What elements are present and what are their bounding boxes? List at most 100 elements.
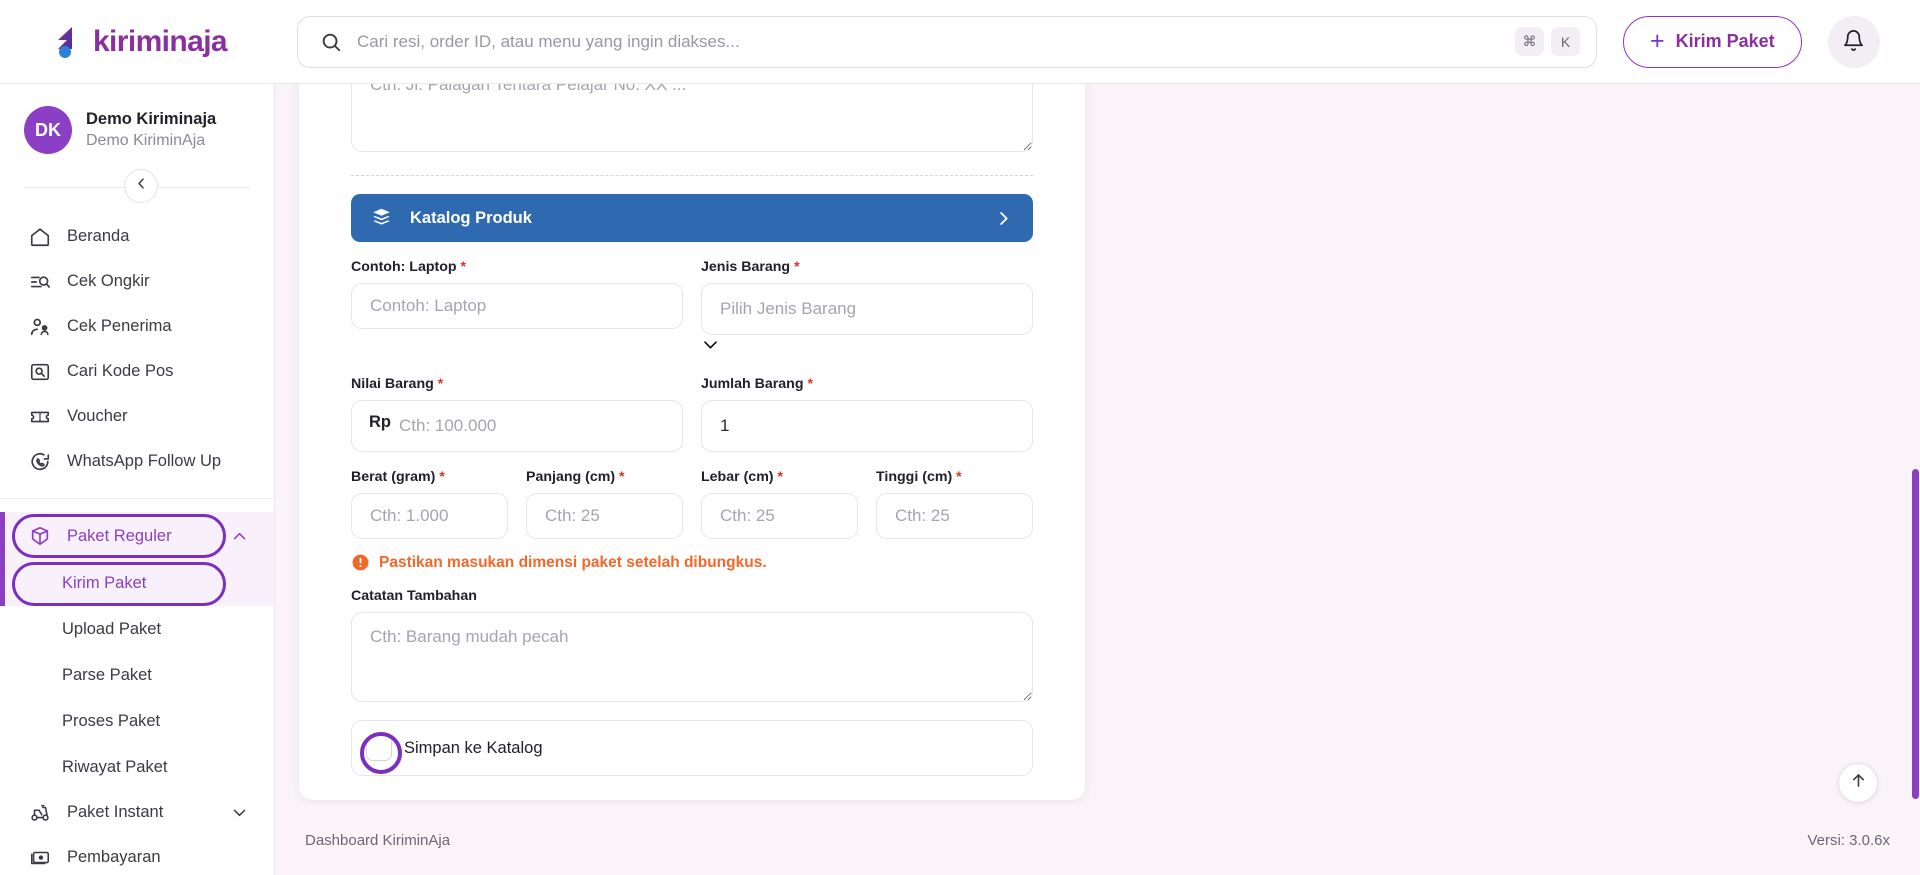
simpan-ke-katalog-row[interactable]: Simpan ke Katalog xyxy=(351,720,1033,776)
shortcut-key-cmd: ⌘ xyxy=(1515,27,1544,56)
notification-button[interactable] xyxy=(1827,15,1880,68)
sidebar-group-paket-reguler: Paket Reguler Kirim Paket xyxy=(0,512,274,606)
sidebar-collapse-button[interactable] xyxy=(124,169,158,203)
field-label-contoh-laptop: Contoh: Laptop * xyxy=(351,259,683,275)
tinggi-input[interactable] xyxy=(876,493,1033,539)
shortcut-key-k: K xyxy=(1551,27,1580,56)
field-tinggi: Tinggi (cm) * xyxy=(876,469,1033,539)
sidebar-item-riwayat-paket[interactable]: Riwayat Paket xyxy=(0,744,274,790)
address-textarea[interactable] xyxy=(351,84,1033,152)
label-text: Lebar (cm) xyxy=(701,469,774,485)
form-row-value: Nilai Barang * Rp Jumlah Barang * xyxy=(351,376,1033,452)
logo-wordmark: kiriminaja xyxy=(92,24,228,58)
sidebar-item-proses-paket[interactable]: Proses Paket xyxy=(0,698,274,744)
app-logo[interactable]: kiriminaja xyxy=(0,0,275,84)
chevron-down-icon[interactable] xyxy=(231,804,248,821)
label-text: Tinggi (cm) xyxy=(876,469,953,485)
sidebar-item-cari-kode-pos[interactable]: Cari Kode Pos xyxy=(0,349,274,394)
sidebar-subitem-label: Kirim Paket xyxy=(62,573,147,592)
scroll-to-top-button[interactable] xyxy=(1838,763,1878,803)
katalog-produk-bar[interactable]: Katalog Produk xyxy=(351,194,1033,242)
sidebar-item-kirim-paket[interactable]: Kirim Paket xyxy=(0,560,274,606)
profile-subtitle: Demo KiriminAja xyxy=(86,132,206,150)
sidebar-item-label: Paket Instant xyxy=(67,803,164,821)
required-marker: * xyxy=(794,259,800,275)
nilai-barang-wrap: Rp xyxy=(351,400,683,452)
sidebar-item-voucher[interactable]: Voucher xyxy=(0,394,274,439)
field-panjang: Panjang (cm) * xyxy=(526,469,683,539)
sidebar-item-pembayaran[interactable]: Pembayaran xyxy=(0,835,274,875)
katalog-produk-label: Katalog Produk xyxy=(410,208,532,227)
scooter-icon xyxy=(28,801,51,824)
label-text: Contoh: Laptop xyxy=(351,259,457,275)
avatar: DK xyxy=(24,106,72,154)
simpan-ke-katalog-checkbox[interactable] xyxy=(366,735,392,761)
catatan-tambahan-textarea[interactable] xyxy=(351,612,1033,702)
sidebar-item-label: Cari Kode Pos xyxy=(67,362,174,380)
sidebar-nav: Beranda Cek Ongkir Cek Penerima Cari Kod… xyxy=(0,210,274,875)
field-nilai-barang: Nilai Barang * Rp xyxy=(351,376,683,452)
sidebar-item-upload-paket[interactable]: Upload Paket xyxy=(0,606,274,652)
sidebar-item-parse-paket[interactable]: Parse Paket xyxy=(0,652,274,698)
user-check-icon xyxy=(28,315,51,338)
box-icon xyxy=(28,525,51,548)
field-berat: Berat (gram) * xyxy=(351,469,508,539)
kirim-paket-button[interactable]: + Kirim Paket xyxy=(1623,15,1802,68)
sidebar-item-paket-instant[interactable]: Paket Instant xyxy=(0,790,274,835)
sidebar-group-header-paket-reguler[interactable]: Paket Reguler xyxy=(0,512,274,560)
field-label-panjang: Panjang (cm) * xyxy=(526,469,683,485)
footer: Dashboard KiriminAja Versi: 3.0.6x xyxy=(275,805,1920,875)
chevron-down-icon[interactable] xyxy=(701,341,720,358)
sidebar-group-label: Paket Reguler xyxy=(67,526,172,545)
home-icon xyxy=(28,225,51,248)
berat-input[interactable] xyxy=(351,493,508,539)
page-scrollbar[interactable] xyxy=(1911,84,1920,875)
jenis-barang-select[interactable]: Pilih Jenis Barang xyxy=(701,283,1033,335)
search-shortcut-group: ⌘ K xyxy=(1515,27,1580,56)
field-label-jenis-barang: Jenis Barang * xyxy=(701,259,1033,275)
field-label-lebar: Lebar (cm) * xyxy=(701,469,858,485)
top-bar: kiriminaja ⌘ K + Kirim Paket xyxy=(0,0,1920,84)
lebar-input[interactable] xyxy=(701,493,858,539)
label-text: Nilai Barang xyxy=(351,376,434,392)
jenis-barang-select-wrap: Pilih Jenis Barang xyxy=(701,283,1033,359)
label-text: Jenis Barang xyxy=(701,259,791,275)
field-lebar: Lebar (cm) * xyxy=(701,469,858,539)
sidebar-item-cek-ongkir[interactable]: Cek Ongkir xyxy=(0,259,274,304)
list-search-icon xyxy=(28,270,51,293)
field-contoh-laptop: Contoh: Laptop * xyxy=(351,259,683,359)
nilai-barang-input[interactable] xyxy=(351,400,683,452)
sidebar-item-whatsapp-follow-up[interactable]: WhatsApp Follow Up xyxy=(0,439,274,484)
sidebar-subitem-label: Proses Paket xyxy=(62,711,161,730)
search-input[interactable] xyxy=(357,31,1515,52)
simpan-ke-katalog-label: Simpan ke Katalog xyxy=(404,738,543,757)
field-jumlah-barang: Jumlah Barang * xyxy=(701,376,1033,452)
jumlah-barang-input[interactable] xyxy=(701,400,1033,452)
panjang-input[interactable] xyxy=(526,493,683,539)
contoh-laptop-input[interactable] xyxy=(351,283,683,329)
sidebar-item-label: Cek Ongkir xyxy=(67,272,150,290)
sidebar-profile[interactable]: DK Demo Kiriminaja Demo KiriminAja xyxy=(0,84,274,154)
sidebar-divider xyxy=(0,164,274,210)
required-marker: * xyxy=(777,469,784,485)
form-section-divider xyxy=(351,175,1033,176)
footer-left-text: Dashboard KiriminAja xyxy=(305,831,451,849)
required-marker: * xyxy=(619,469,625,485)
catalog-icon xyxy=(371,207,393,229)
field-label-catatan-tambahan: Catatan Tambahan xyxy=(351,588,477,604)
profile-name: Demo Kiriminaja xyxy=(86,110,217,129)
search-box[interactable]: ⌘ K xyxy=(297,15,1597,68)
page-scrollbar-thumb[interactable] xyxy=(1912,469,1919,799)
sidebar: DK Demo Kiriminaja Demo KiriminAja Beran… xyxy=(0,84,275,875)
field-catatan-tambahan: Catatan Tambahan xyxy=(351,588,1033,702)
required-marker: * xyxy=(956,469,962,485)
sidebar-item-beranda[interactable]: Beranda xyxy=(0,214,274,259)
field-jenis-barang: Jenis Barang * Pilih Jenis Barang xyxy=(701,259,1033,359)
sidebar-item-cek-penerima[interactable]: Cek Penerima xyxy=(0,304,274,349)
chevron-up-icon[interactable] xyxy=(231,528,248,545)
chevron-left-icon xyxy=(134,176,149,196)
kiriminaja-logo-icon xyxy=(48,23,86,61)
sidebar-item-label: WhatsApp Follow Up xyxy=(67,452,222,470)
required-marker: * xyxy=(807,376,813,392)
field-label-tinggi: Tinggi (cm) * xyxy=(876,469,1033,485)
